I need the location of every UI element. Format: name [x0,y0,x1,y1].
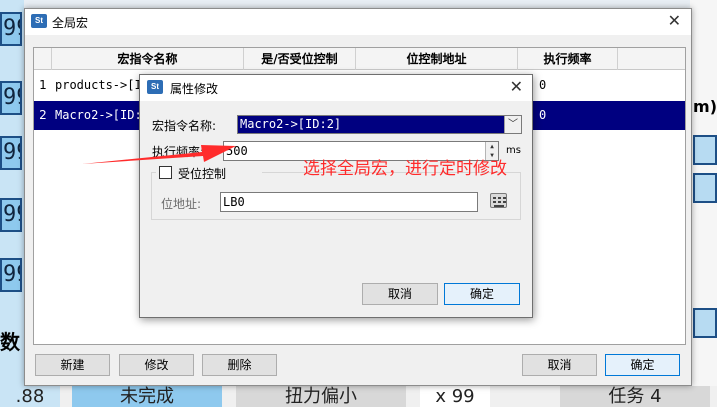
hmi-tile: 扭力偏小 [236,386,406,407]
row-index: 2 [39,108,47,122]
delete-button[interactable]: 删除 [202,354,277,376]
hmi-top-strip [0,0,717,8]
bit-address-input[interactable]: LB0 [220,192,478,212]
bit-address-value: LB0 [223,195,245,209]
dialog-ok-button[interactable]: 确定 [444,283,520,305]
hmi-tile: 未完成 [72,386,222,407]
row-index: 1 [39,78,47,92]
window-titlebar: St 全局宏 ✕ [25,9,691,35]
bit-address-label: 位地址: [161,197,202,211]
bit-control-label: 受位控制 [178,167,227,181]
frequency-value: 500 [226,144,248,158]
column-header-bit-control[interactable]: 是/否受位控制 [244,48,356,70]
column-header-address[interactable]: 位控制地址 [356,48,518,70]
hmi-right-column [690,0,717,407]
hmi-value-cell: 99 [0,81,22,115]
row-frequency: 0 [539,108,547,122]
property-edit-dialog: St 属性修改 ✕ 宏指令名称: Macro2->[ID:2] ﹀ 执行频率: … [139,74,533,318]
column-header-name[interactable]: 宏指令名称 [52,48,244,70]
annotation-text: 选择全局宏，进行定时修改 [303,159,507,179]
hmi-tile: 任务 4 [560,386,710,407]
hmi-right-label: m) [693,97,717,116]
window-title: 全局宏 [52,16,89,30]
hmi-value-cell: 99 [0,136,22,170]
hmi-right-box [693,308,717,338]
keyboard-icon[interactable] [490,193,507,208]
hmi-value-cell: 999 [0,12,22,46]
app-icon: St [147,80,163,94]
macro-name-label: 宏指令名称: [152,119,217,133]
chevron-down-icon[interactable]: ﹀ [504,116,521,133]
macro-name-select[interactable]: Macro2->[ID:2] ﹀ [237,115,522,134]
hmi-tile: .88 [0,386,60,407]
macro-name-value: Macro2->[ID:2] [240,117,342,131]
column-header-index [34,48,52,70]
close-icon[interactable]: ✕ [510,78,523,96]
table-header: 宏指令名称 是/否受位控制 位控制地址 执行频率 [34,48,685,70]
cancel-button[interactable]: 取消 [522,354,597,376]
frequency-unit: ms [506,145,521,156]
dialog-cancel-button[interactable]: 取消 [362,283,438,305]
close-icon[interactable]: ✕ [668,12,681,30]
modify-button[interactable]: 修改 [119,354,194,376]
row-frequency: 0 [539,78,547,92]
dialog-title: 属性修改 [170,82,219,96]
hmi-right-box [693,135,717,165]
ok-button[interactable]: 确定 [605,354,680,376]
hmi-right-box [693,173,717,203]
dialog-titlebar: St 属性修改 ✕ [140,75,532,101]
hmi-left-label: 数 [0,330,20,354]
frequency-label: 执行频率: [152,145,205,159]
column-header-frequency[interactable]: 执行频率 [518,48,618,70]
app-icon: St [31,14,47,28]
hmi-value-cell: 99 [0,198,22,232]
new-button[interactable]: 新建 [35,354,110,376]
hmi-value-cell: 99 [0,258,22,292]
hmi-tile: x 99 [420,386,490,407]
bit-control-checkbox[interactable] [159,166,172,179]
